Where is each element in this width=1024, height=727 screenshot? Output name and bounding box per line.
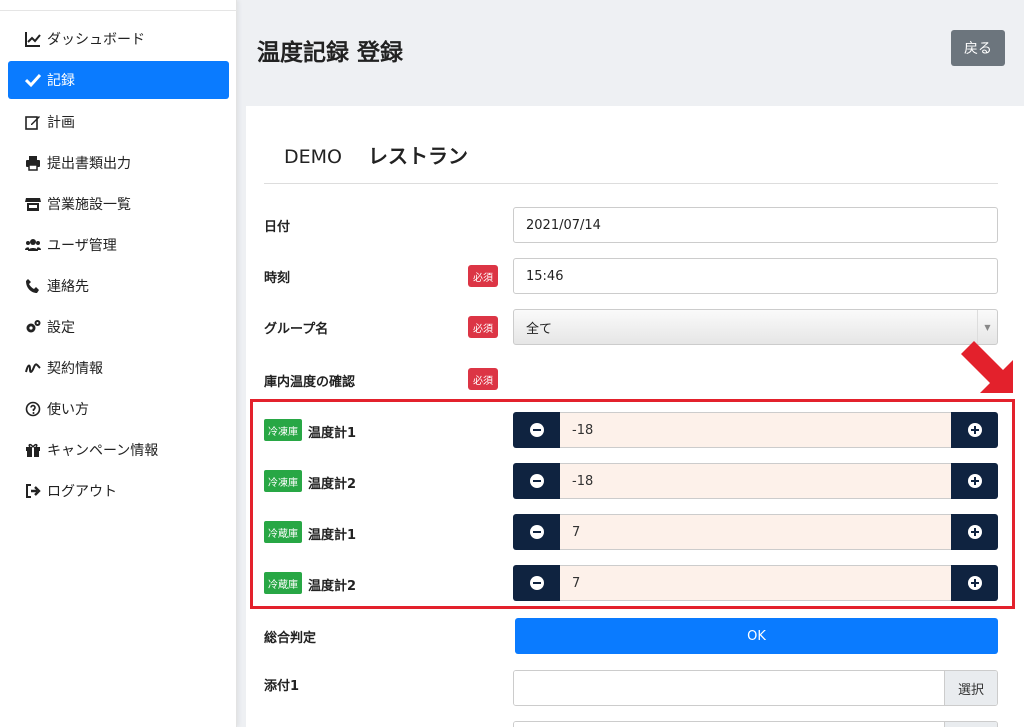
sidebar-item-label: 提出書類出力 [47, 155, 131, 172]
sidebar-item-label: 設定 [47, 319, 75, 336]
store-prefix: DEMO [284, 146, 342, 168]
sidebar-item-users[interactable]: ユーザ管理 [8, 224, 229, 265]
sidebar-item-record[interactable]: 記録 [8, 61, 229, 99]
attachment-label: 添付1 [264, 679, 300, 694]
sidebar-item-print[interactable]: 提出書類出力 [8, 142, 229, 183]
file-select-button[interactable] [944, 722, 997, 727]
group-select[interactable]: 全て ▼ [513, 309, 998, 345]
sidebar-item-label: ログアウト [47, 483, 117, 500]
required-badge: 必須 [468, 316, 498, 338]
sidebar: ダッシュボード 記録 計画 提出書類出力 営業施設一覧 ユーザ管理 連絡先 設定… [0, 0, 237, 727]
sidebar-item-label: ダッシュボード [47, 31, 145, 48]
sidebar-divider [0, 10, 237, 11]
sidebar-item-label: 契約情報 [47, 360, 103, 377]
attachment-input[interactable] [514, 722, 944, 727]
sidebar-item-label: 計画 [47, 114, 75, 131]
sidebar-item-settings[interactable]: 設定 [8, 306, 229, 347]
store-name: レストラン [368, 144, 469, 168]
date-label: 日付 [264, 220, 291, 235]
time-field[interactable]: 15:46 [513, 258, 998, 294]
sidebar-item-campaign[interactable]: キャンペーン情報 [8, 429, 229, 470]
users-icon [24, 237, 42, 253]
temp-check-label: 庫内温度の確認 [264, 375, 356, 390]
sidebar-item-contract[interactable]: 契約情報 [8, 347, 229, 388]
file-select-button[interactable]: 選択 [944, 671, 997, 705]
group-select-value: 全て [526, 321, 553, 337]
card-divider [264, 183, 998, 184]
chart-line-icon [24, 31, 42, 47]
sidebar-item-logout[interactable]: ログアウト [8, 470, 229, 511]
sidebar-item-label: 記録 [47, 73, 75, 89]
judgement-label: 総合判定 [264, 631, 317, 646]
time-label: 時刻 [264, 271, 291, 286]
highlight-box [250, 399, 1015, 609]
sidebar-nav: ダッシュボード 記録 計画 提出書類出力 営業施設一覧 ユーザ管理 連絡先 設定… [8, 18, 229, 511]
print-icon [24, 155, 42, 171]
check-icon [24, 72, 42, 88]
sidebar-item-label: 連絡先 [47, 278, 89, 295]
question-circle-icon [24, 401, 42, 417]
date-field[interactable]: 2021/07/14 [513, 207, 998, 243]
signature-icon [24, 360, 42, 376]
ok-button[interactable]: OK [515, 618, 998, 654]
back-button[interactable]: 戻る [951, 30, 1005, 66]
phone-icon [24, 278, 42, 294]
gift-icon [24, 442, 42, 458]
attachment-field-2 [513, 721, 998, 727]
chevron-down-icon: ▼ [977, 310, 997, 344]
store-heading: DEMO レストラン [284, 140, 468, 169]
store-icon [24, 196, 42, 212]
arrow-annotation-icon [961, 341, 1013, 393]
edit-icon [24, 114, 42, 130]
required-badge: 必須 [468, 265, 498, 287]
sidebar-item-label: 使い方 [47, 401, 89, 418]
sidebar-item-howto[interactable]: 使い方 [8, 388, 229, 429]
required-badge: 必須 [468, 368, 498, 390]
cogs-icon [24, 319, 42, 335]
sidebar-item-label: ユーザ管理 [47, 237, 117, 254]
sidebar-item-dashboard[interactable]: ダッシュボード [8, 18, 229, 59]
attachment-input[interactable] [514, 671, 944, 705]
sidebar-item-facilities[interactable]: 営業施設一覧 [8, 183, 229, 224]
sidebar-item-plan[interactable]: 計画 [8, 101, 229, 142]
sidebar-item-label: 営業施設一覧 [47, 196, 131, 213]
page-title: 温度記録 登録 [257, 40, 404, 66]
sign-out-icon [24, 483, 42, 499]
group-label: グループ名 [264, 322, 329, 337]
attachment-field: 選択 [513, 670, 998, 706]
sidebar-item-contacts[interactable]: 連絡先 [8, 265, 229, 306]
sidebar-item-label: キャンペーン情報 [47, 442, 159, 459]
